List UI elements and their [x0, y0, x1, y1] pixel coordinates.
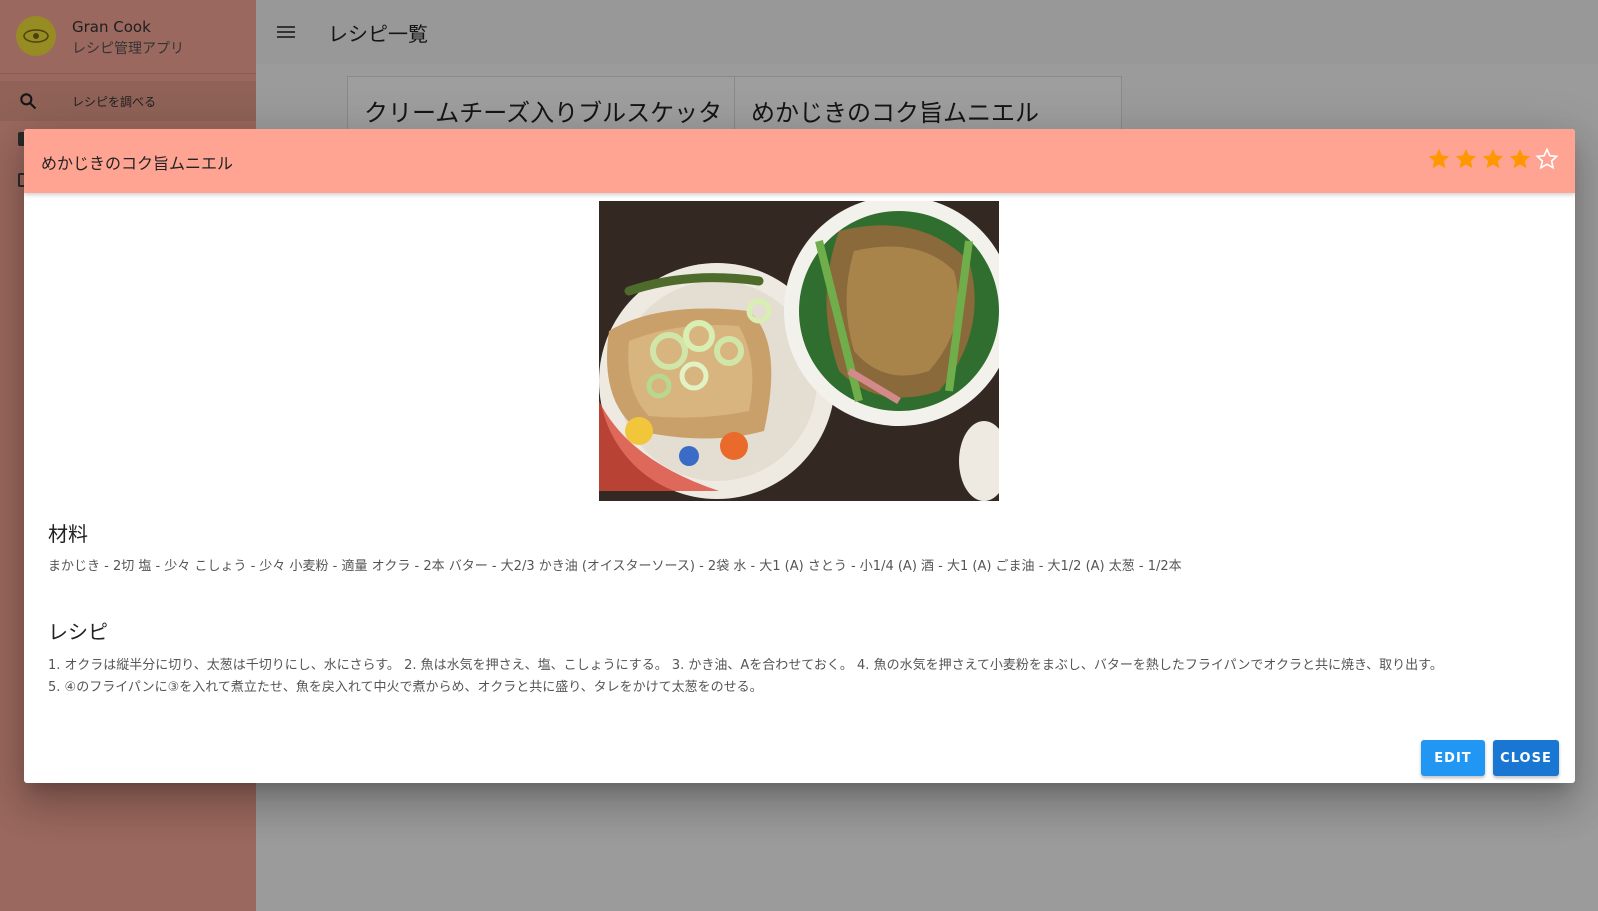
ingredients-heading: 材料: [48, 522, 88, 546]
star-filled-icon[interactable]: [1454, 147, 1478, 171]
ingredients-text: まかじき - 2切 塩 - 少々 こしょう - 少々 小麦粉 - 適量 オクラ …: [48, 559, 1182, 574]
recipe-step-line-1: 1. オクラは縦半分に切り、太葱は千切りにし、水にさらす。 2. 魚は水気を押さ…: [48, 658, 1443, 673]
recipe-photo: [599, 201, 999, 501]
dialog-title: めかじきのコク旨ムニエル: [41, 154, 234, 173]
star-filled-icon[interactable]: [1427, 147, 1451, 171]
recipe-dialog: めかじきのコク旨ムニエル 材料 まかじき - 2切 塩 - 少々 こしょう - …: [24, 129, 1575, 783]
dialog-header: めかじきのコク旨ムニエル: [24, 129, 1575, 193]
star-rating[interactable]: [1427, 147, 1559, 171]
edit-button[interactable]: EDIT: [1421, 740, 1485, 776]
star-filled-icon[interactable]: [1481, 147, 1505, 171]
close-button[interactable]: CLOSE: [1493, 740, 1559, 776]
star-outline-icon[interactable]: [1535, 147, 1559, 171]
recipe-step-line-2: 5. ④のフライパンに③を入れて煮立たせ、魚を戻入れて中火で煮からめ、オクラと共…: [48, 680, 763, 695]
star-filled-icon[interactable]: [1508, 147, 1532, 171]
recipe-heading: レシピ: [48, 620, 108, 644]
